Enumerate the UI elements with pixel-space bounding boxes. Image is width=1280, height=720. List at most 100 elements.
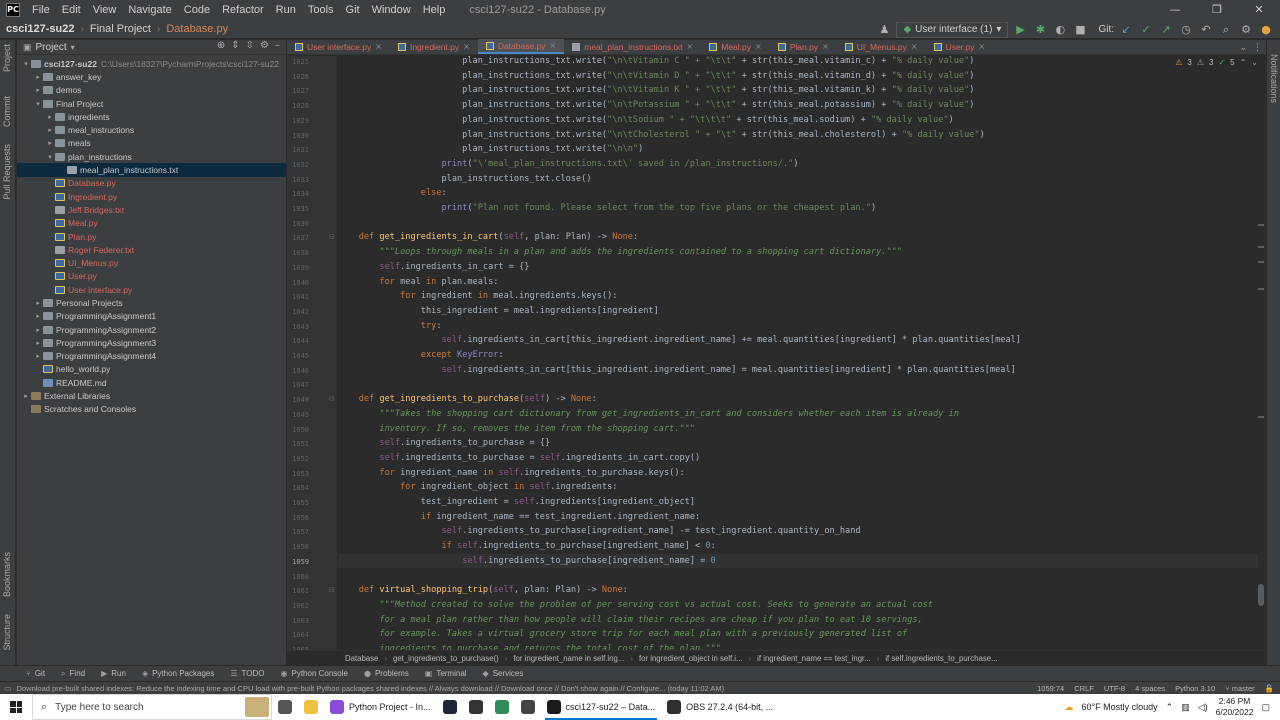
notifications-tool-tab[interactable]: Notifications [1269,54,1279,103]
search-everywhere-icon[interactable]: ⌕ [1218,22,1234,38]
inspection-widget[interactable]: ⚠ 3 ⚠ 3 ✓ 5 ⌃ ⌄ [1175,58,1258,67]
collapsed-chevron-icon[interactable]: ▸ [45,139,55,147]
code-line[interactable]: except KeyError: [338,348,504,363]
code-line[interactable]: if self.ingredients_to_purchase[ingredie… [338,539,715,554]
locate-file-icon[interactable]: ⊕ [217,40,225,51]
expanded-chevron-icon[interactable]: ▾ [45,153,55,161]
menu-view[interactable]: View [87,4,123,16]
collapsed-chevron-icon[interactable]: ▸ [33,312,43,320]
taskbar-clock[interactable]: 2:46 PM 6/20/2022 [1216,696,1254,718]
taskbar-app-steam[interactable] [437,694,463,720]
collapsed-chevron-icon[interactable]: ▸ [33,326,43,334]
tool-window-problems[interactable]: ● Problems [356,669,417,678]
collapsed-chevron-icon[interactable]: ▸ [45,126,55,134]
collapsed-chevron-icon[interactable]: ▸ [33,73,43,81]
collapsed-chevron-icon[interactable]: ▸ [33,339,43,347]
code-line[interactable]: if ingredient_name == test_ingredient.in… [338,510,700,525]
options-gear-icon[interactable]: ⚙ [260,40,269,51]
commit-tool-tab[interactable]: Commit [2,96,12,127]
tool-window-terminal[interactable]: ▣ Terminal [417,669,475,678]
taskbar-app-firefox[interactable]: Python Project - In... [324,694,437,720]
editor-scrollbar[interactable] [1256,56,1266,650]
line-number-gutter[interactable]: 1025 1026 1027 1028 1029 1030 1031 1032 1033 1034… [287,56,337,650]
code-line[interactable]: ingredients to purchase and returns the … [338,642,720,650]
file-encoding[interactable]: UTF-8 [1104,684,1125,693]
rollback-icon[interactable]: ↶ [1198,22,1214,38]
taskbar-app-pycharm[interactable]: csci127-su22 – Data... [541,694,662,720]
code-line[interactable]: plan_instructions_txt.write("\n\tVitamin… [338,83,974,98]
settings-gear-icon[interactable]: ⚙ [1238,22,1254,38]
code-line[interactable]: def get_ingredients_to_purchase(self) ->… [338,392,597,407]
taskbar-app-file-explorer[interactable] [298,694,324,720]
structure-tool-tab[interactable]: Structure [2,614,12,651]
git-push-icon[interactable]: ↗ [1158,22,1174,38]
user-icon[interactable]: ♟ [876,22,892,38]
minimize-button[interactable]: — [1154,0,1196,20]
tree-item[interactable]: ▸ meal_instructions [17,123,286,136]
status-message[interactable]: Download pre-built shared indexes: Reduc… [12,684,1052,693]
menu-code[interactable]: Code [178,4,216,16]
close-tab-icon[interactable]: × [550,41,557,50]
tree-item[interactable]: ▸ External Libraries [17,389,286,402]
tree-item[interactable]: Database.py [17,177,286,190]
editor-tab[interactable]: User interface.py × [287,39,390,54]
close-tab-icon[interactable]: × [687,42,694,51]
menu-run[interactable]: Run [270,4,302,16]
editor-breadcrumb-item[interactable]: for ingredient_name in self.ing... [507,654,630,663]
collapsed-chevron-icon[interactable]: ▸ [33,352,43,360]
breadcrumb-file[interactable]: Database.py [160,23,234,35]
lock-icon[interactable]: 🔓 [1265,684,1274,693]
notifications-icon[interactable]: ▢ [1261,702,1270,713]
tree-item[interactable]: Meal.py [17,217,286,230]
menu-tools[interactable]: Tools [302,4,340,16]
tree-item[interactable]: ▸ ProgrammingAssignment2 [17,323,286,336]
code-line[interactable]: plan_instructions_txt.close() [338,172,591,187]
tree-item[interactable]: User interface.py [17,283,286,296]
tree-item[interactable]: ▾ csci127-su22 C:\Users\18327\PycharmProje… [17,57,286,70]
git-commit-icon[interactable]: ✓ [1138,22,1154,38]
tool-window-run[interactable]: ▶ Run [93,669,134,678]
code-line[interactable]: plan_instructions_txt.write("\n\tVitamin… [338,69,974,84]
tree-item[interactable]: ▸ answer_key [17,70,286,83]
run-configuration-select[interactable]: ◆ User interface (1) ▾ [896,21,1009,38]
stop-icon[interactable]: ■ [1072,22,1088,38]
code-line[interactable]: self.ingredients_in_cart[this_ingredient… [338,333,1020,348]
tree-item[interactable]: ▸ meals [17,137,286,150]
code-line[interactable]: def get_ingredients_in_cart(self, plan: … [338,230,638,245]
menu-help[interactable]: Help [417,4,452,16]
code-line[interactable]: this_ingredient = meal.ingredients[ingre… [338,304,659,319]
weather-widget[interactable]: 60°F Mostly cloudy [1082,702,1158,712]
editor-tab[interactable]: UI_Menus.py × [837,39,926,54]
tool-window-services[interactable]: ◆ Services [475,669,532,678]
fold-marker-icon[interactable]: ⊟ [329,395,335,403]
caret-position[interactable]: 1059:74 [1037,684,1064,693]
tree-item[interactable]: ▾ Final Project [17,97,286,110]
tree-item[interactable]: ▸ ProgrammingAssignment4 [17,350,286,363]
close-tab-icon[interactable]: × [822,42,829,51]
code-line[interactable]: for ingredient in meal.ingredients.keys(… [338,289,617,304]
start-button[interactable] [0,694,32,720]
editor-breadcrumb-item[interactable]: get_ingredients_to_purchase() [387,654,505,663]
maximize-button[interactable]: ❐ [1196,0,1238,20]
run-icon[interactable]: ▶ [1012,22,1028,38]
collapse-all-icon[interactable]: ⇳ [246,40,254,51]
hide-panel-icon[interactable]: – [275,40,280,51]
taskbar-app-github[interactable] [463,694,489,720]
code-line[interactable]: test_ingredient = self.ingredients[ingre… [338,495,695,510]
taskbar-search-box[interactable]: ⌕ Type here to search [32,694,272,720]
tree-item[interactable]: Roger Federer.txt [17,243,286,256]
pull-requests-tool-tab[interactable]: Pull Requests [2,144,12,200]
tree-item[interactable]: ▸ demos [17,84,286,97]
close-tab-icon[interactable]: × [755,42,762,51]
tool-window-git[interactable]: ⑂ Git [18,669,53,678]
expanded-chevron-icon[interactable]: ▾ [33,100,43,108]
tree-item[interactable]: ▸ ProgrammingAssignment1 [17,310,286,323]
tool-window-find[interactable]: ⌕ Find [53,669,93,679]
code-line[interactable]: """Method created to solve the problem o… [338,598,933,613]
menu-git[interactable]: Git [340,4,366,16]
editor-breadcrumb-item[interactable]: if self.ingredients_to_purchase... [879,654,1003,663]
tree-item[interactable]: README.md [17,376,286,389]
taskbar-app-app-p[interactable] [515,694,541,720]
git-update-icon[interactable]: ↙ [1118,22,1134,38]
code-line[interactable]: self.ingredients_in_cart[this_ingredient… [338,363,1015,378]
